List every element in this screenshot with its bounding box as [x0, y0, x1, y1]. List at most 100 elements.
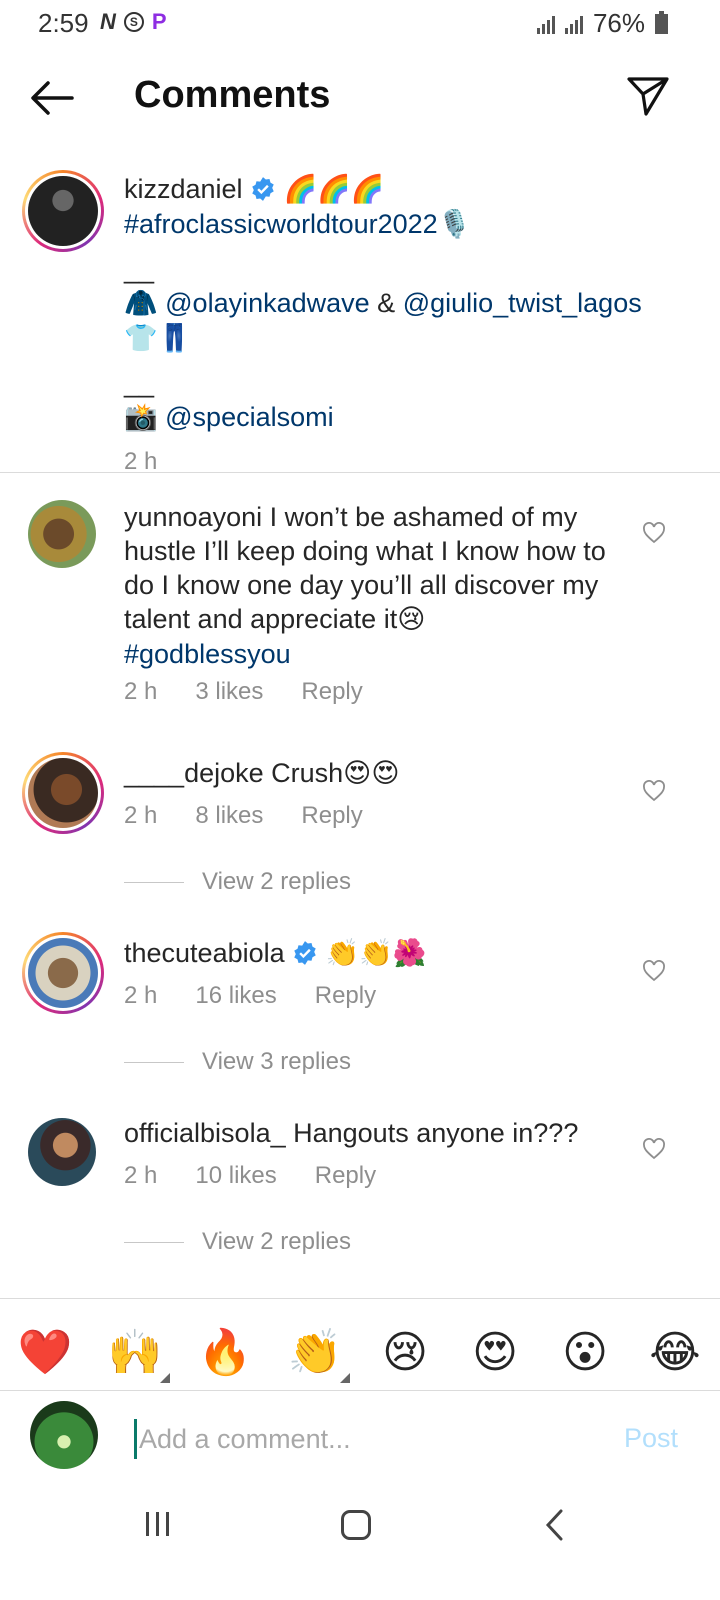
comment-meta: 2 h 16 likes Reply	[124, 982, 376, 1010]
emoji-surprised-button[interactable]: 😮	[558, 1325, 612, 1379]
comment-likes[interactable]: 10 likes	[195, 1162, 276, 1190]
reply-button[interactable]: Reply	[301, 678, 362, 706]
microphone-emoji: 🎙️	[437, 209, 472, 240]
comment-hashtag[interactable]: #godblessyou	[124, 639, 291, 669]
s-app-icon: S	[123, 12, 144, 32]
recent-apps-icon[interactable]	[146, 1512, 169, 1536]
heart-icon[interactable]	[642, 780, 666, 802]
view-replies-button[interactable]: View 3 replies	[124, 1048, 351, 1076]
rainbow-emojis: 🌈🌈🌈	[283, 174, 385, 205]
view-replies-label: View 2 replies	[202, 1228, 351, 1255]
replies-line	[124, 1241, 184, 1243]
caption-separator-2: __	[124, 368, 155, 398]
emoji-crying-button[interactable]: 😢	[378, 1325, 432, 1379]
comment-body: Hangouts anyone in???	[285, 1118, 579, 1148]
comment-meta: 2 h 10 likes Reply	[124, 1162, 376, 1190]
heart-icon[interactable]	[642, 960, 666, 982]
and-text: &	[369, 288, 403, 318]
system-navigation-bar	[0, 1486, 720, 1600]
mention-olayinkadwave[interactable]: @olayinkadwave	[165, 288, 370, 318]
notification-icons: N S P	[100, 9, 167, 35]
signal-icon	[536, 14, 555, 34]
skin-tone-indicator	[340, 1373, 350, 1383]
battery-icon	[655, 10, 668, 34]
system-status: 76%	[536, 8, 668, 39]
comment-username[interactable]: yunnoayoni	[124, 502, 262, 532]
quick-reaction-bar: ❤️ 🙌 🔥 👏 😢 😍 😮 😂	[0, 1316, 720, 1388]
comment-time: 2 h	[124, 1162, 158, 1189]
heart-icon[interactable]	[642, 522, 666, 544]
emoji-clap-button[interactable]: 👏	[287, 1325, 350, 1383]
comment-likes[interactable]: 8 likes	[195, 802, 263, 830]
emoji-heart-eyes-button[interactable]: 😍	[468, 1325, 522, 1379]
comment-meta: 2 h 8 likes Reply	[124, 802, 363, 830]
reply-button[interactable]: Reply	[315, 1162, 376, 1190]
battery-percent: 76%	[592, 8, 645, 38]
comment-time: 2 h	[124, 982, 158, 1009]
comment-username[interactable]: ____dejoke	[124, 758, 264, 788]
verified-badge-icon	[294, 941, 316, 965]
avatar[interactable]	[22, 170, 104, 252]
comment-emoji: 😢	[397, 604, 426, 635]
comment-text: thecuteabiola 👏👏🌺	[124, 936, 624, 971]
comment-time: 2 h	[124, 802, 158, 829]
p-app-icon: P	[151, 9, 167, 34]
post-button[interactable]: Post	[624, 1423, 678, 1454]
status-bar: 2:59 N S P 76%	[0, 0, 720, 44]
caption-text: kizzdaniel 🌈🌈🌈 #afroclassicworldtour2022…	[124, 172, 644, 479]
skin-tone-indicator	[160, 1373, 170, 1383]
view-replies-label: View 2 replies	[202, 868, 351, 895]
reply-button[interactable]: Reply	[301, 802, 362, 830]
comment-text: yunnoayoni I won’t be ashamed of my hust…	[124, 500, 624, 671]
comment-body: Crush	[263, 758, 344, 788]
comment-text: ____dejoke Crush😍😍	[124, 756, 624, 791]
home-icon[interactable]	[341, 1510, 371, 1540]
comment-emoji: 😍😍	[343, 758, 400, 789]
caption-username[interactable]: kizzdaniel	[124, 174, 243, 204]
reply-button[interactable]: Reply	[315, 982, 376, 1010]
view-replies-button[interactable]: View 2 replies	[124, 1228, 351, 1256]
comment-username[interactable]: officialbisola_	[124, 1118, 286, 1148]
avatar[interactable]	[28, 1118, 96, 1186]
emoji-laughing-button[interactable]: 😂	[648, 1325, 702, 1379]
n-app-icon: N	[100, 9, 116, 34]
comment-input[interactable]: Add a comment...	[134, 1419, 574, 1459]
comment-meta: 2 h 3 likes Reply	[124, 678, 363, 706]
outfit-emojis: 👕👖	[124, 323, 192, 354]
replies-line	[124, 881, 184, 883]
header: Comments	[0, 60, 720, 140]
avatar	[30, 1401, 98, 1469]
camera-emoji: 📸	[124, 402, 158, 433]
emoji-raised-hands-button[interactable]: 🙌	[107, 1325, 170, 1383]
signal-2-icon	[564, 14, 583, 34]
comment-text: officialbisola_ Hangouts anyone in???	[124, 1116, 624, 1150]
view-replies-button[interactable]: View 2 replies	[124, 868, 351, 896]
comment-time: 2 h	[124, 678, 158, 705]
mention-giulio-twist-lagos[interactable]: @giulio_twist_lagos	[403, 288, 642, 318]
replies-line	[124, 1061, 184, 1063]
emoji-heart-button[interactable]: ❤️	[18, 1325, 73, 1379]
heart-icon[interactable]	[642, 1138, 666, 1160]
mention-specialsomi[interactable]: @specialsomi	[165, 402, 333, 432]
caption-time: 2 h	[124, 448, 158, 475]
back-arrow-icon[interactable]	[28, 78, 76, 118]
comment-likes[interactable]: 16 likes	[195, 982, 276, 1010]
direct-message-icon[interactable]	[626, 74, 670, 118]
avatar[interactable]	[28, 500, 96, 568]
verified-badge-icon	[252, 177, 274, 201]
emoji-fire-button[interactable]: 🔥	[198, 1325, 253, 1379]
comment-emoji: 👏👏🌺	[325, 938, 427, 969]
caption-hashtag[interactable]: #afroclassicworldtour2022	[124, 209, 438, 239]
avatar[interactable]	[22, 752, 104, 834]
coat-emoji: 🧥	[124, 288, 158, 319]
nav-back-icon[interactable]	[544, 1508, 566, 1542]
page-title: Comments	[134, 74, 331, 116]
status-time: 2:59	[38, 8, 89, 38]
clap-glyph: 👏	[287, 1327, 343, 1378]
caption-separator: __	[124, 254, 155, 284]
comment-composer: Add a comment... Post	[0, 1390, 720, 1486]
comment-likes[interactable]: 3 likes	[195, 678, 263, 706]
avatar[interactable]	[22, 932, 104, 1014]
raised-hands-glyph: 🙌	[107, 1327, 163, 1378]
comment-username[interactable]: thecuteabiola	[124, 938, 285, 968]
